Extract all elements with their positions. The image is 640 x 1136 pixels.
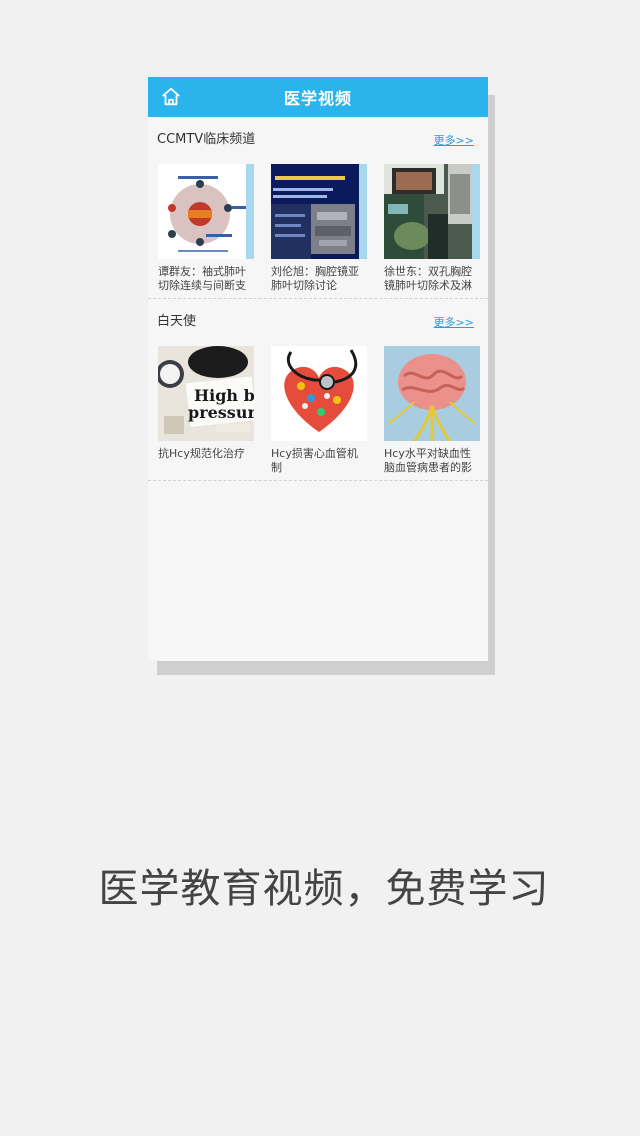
page-title: 医学视频 (283, 89, 352, 108)
video-caption: 抗Hcy规范化治疗 (158, 447, 245, 460)
video-caption: 谭群友：袖式肺叶切除连续与间断支 (158, 265, 246, 292)
video-item[interactable]: High blo pressure 抗Hcy规范化治疗 (158, 346, 254, 480)
video-row: High blo pressure 抗Hcy规范化治疗 (148, 339, 488, 480)
video-thumbnail[interactable] (384, 346, 480, 441)
hbp-text-line2: pressure (188, 403, 254, 422)
video-row: 谭群友：袖式肺叶切除连续与间断支 刘伦旭：胸腔镜亚肺叶切除讨论 徐世东：双孔胸腔… (148, 157, 488, 298)
section-ccmtv: CCMTV临床频道 更多>> 谭群友：袖式肺叶切除连续与间断支 刘伦旭：胸腔镜亚… (148, 117, 488, 299)
section-header: CCMTV临床频道 更多>> (148, 117, 488, 157)
video-thumbnail[interactable] (158, 164, 254, 259)
section-title: CCMTV临床频道 (157, 132, 256, 147)
video-item[interactable]: Hcy水平对缺血性脑血管病患者的影 (384, 346, 480, 480)
app-bar: 医学视频 (148, 77, 488, 117)
section-baitianshi: 白天使 更多>> High blo pressure (148, 299, 488, 481)
more-link[interactable]: 更多>> (434, 314, 474, 330)
video-thumbnail[interactable] (271, 164, 367, 259)
video-item[interactable]: 谭群友：袖式肺叶切除连续与间断支 (158, 164, 254, 298)
video-item[interactable]: 徐世东：双孔胸腔镜肺叶切除术及淋 (384, 164, 480, 298)
section-header: 白天使 更多>> (148, 299, 488, 339)
video-item[interactable]: Hcy损害心血管机制 (271, 346, 367, 480)
section-title: 白天使 (157, 314, 197, 329)
more-link[interactable]: 更多>> (434, 132, 474, 148)
video-thumbnail[interactable]: High blo pressure (158, 346, 254, 441)
video-caption: 徐世东：双孔胸腔镜肺叶切除术及淋 (384, 265, 472, 292)
home-icon[interactable] (160, 86, 182, 108)
video-item[interactable]: 刘伦旭：胸腔镜亚肺叶切除讨论 (271, 164, 367, 298)
tagline: 医学教育视频，免费学习 (98, 866, 550, 912)
video-caption: 刘伦旭：胸腔镜亚肺叶切除讨论 (271, 265, 359, 292)
phone-screen: 医学视频 CCMTV临床频道 更多>> 谭群友：袖式肺叶切除连续与间断支 刘伦旭… (148, 77, 488, 661)
video-thumbnail[interactable] (384, 164, 480, 259)
video-thumbnail[interactable] (271, 346, 367, 441)
video-caption: Hcy损害心血管机制 (271, 447, 358, 474)
video-caption: Hcy水平对缺血性脑血管病患者的影 (384, 447, 472, 474)
